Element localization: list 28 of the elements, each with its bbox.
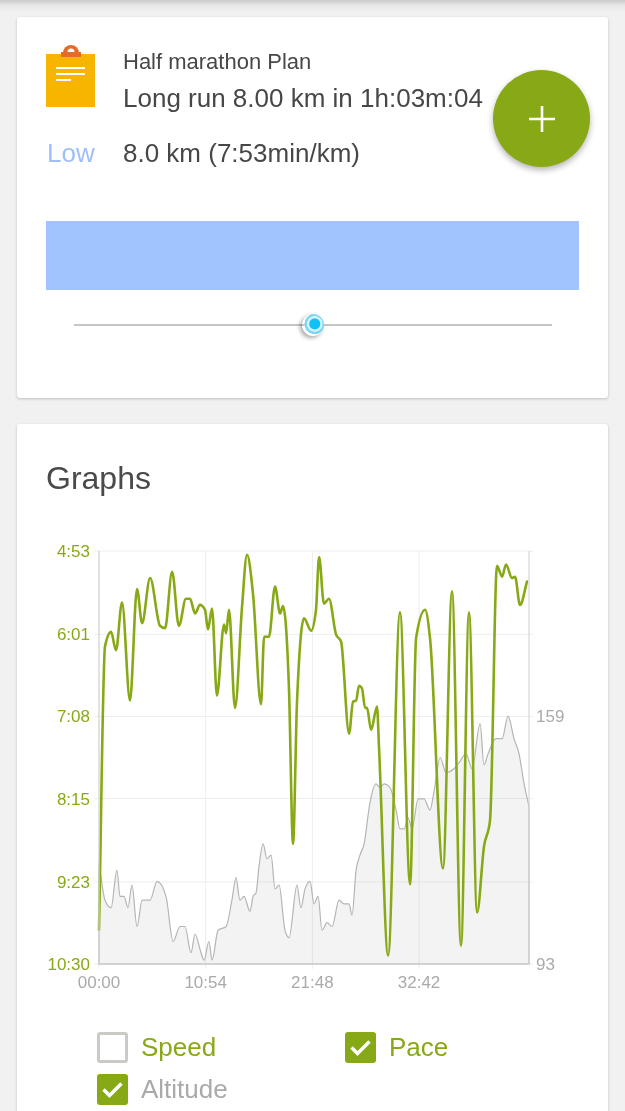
slider-thumb[interactable] (302, 314, 324, 336)
checkmark-icon (350, 1039, 371, 1056)
checkmark-icon (102, 1081, 123, 1098)
checkbox[interactable] (97, 1032, 128, 1063)
checkbox-label[interactable]: Pace (389, 1032, 449, 1063)
y-axis-label: 10:30 (47, 955, 90, 974)
x-axis-label: 21:48 (291, 973, 334, 992)
y-axis-label: 7:08 (56, 707, 90, 727)
secondary-y-axis-label: 159 (536, 707, 565, 727)
y-axis-label: 6:01 (56, 625, 90, 645)
y-axis-label: 9:23 (56, 872, 90, 892)
workout-text: Long run 8.00 km in 1h:03m:04 (123, 82, 483, 114)
intensity-label: Low (47, 137, 95, 169)
y-axis-label: 8:15 (56, 789, 90, 809)
checkbox[interactable] (345, 1032, 376, 1063)
plus-icon (528, 105, 555, 132)
checkbox[interactable] (97, 1074, 128, 1105)
x-axis-label: 32:42 (397, 973, 441, 992)
section-title: Graphs (46, 459, 151, 498)
x-axis-label: 10:54 (184, 973, 227, 992)
x-axis-label: 00:00 (77, 973, 121, 992)
plan-title: Half marathon Plan (123, 49, 312, 75)
checkbox-label[interactable]: Altitude (141, 1074, 228, 1105)
clipboard-icon (46, 45, 95, 107)
workout-summary: 8.0 km (7:53min/km) (123, 137, 360, 169)
y-axis-label: 4:53 (56, 542, 90, 561)
secondary-y-axis-label: 93 (536, 955, 555, 974)
checkbox-label[interactable]: Speed (141, 1032, 217, 1063)
